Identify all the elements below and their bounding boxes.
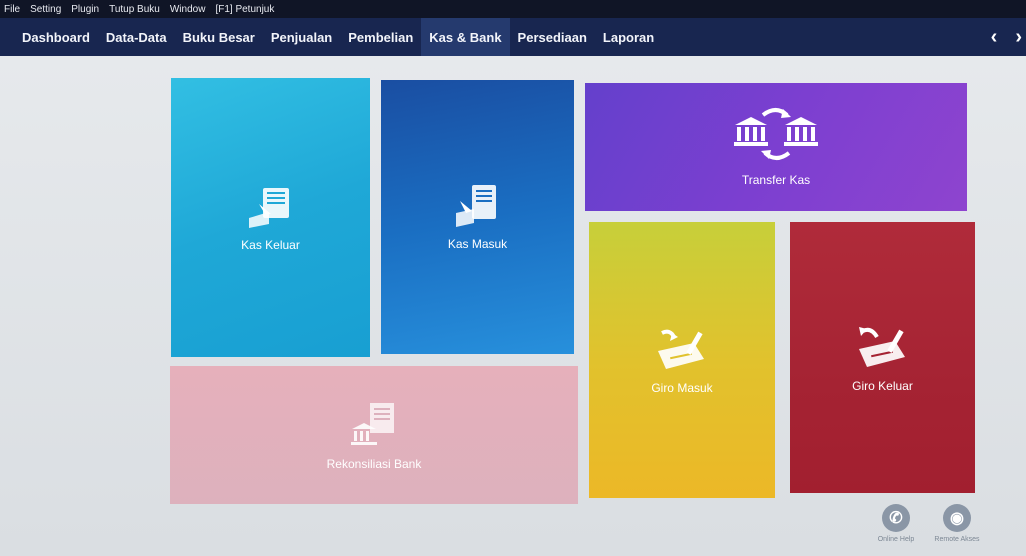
document-in-icon <box>455 185 496 227</box>
nav-dashboard[interactable]: Dashboard <box>14 18 98 56</box>
online-help-label: Online Help <box>877 536 915 543</box>
menu-bar: File Setting Plugin Tutup Buku Window [F… <box>0 0 1026 18</box>
nav-data-data[interactable]: Data-Data <box>98 18 175 56</box>
bank-reconcile-icon <box>351 403 394 445</box>
cheque-in-icon <box>658 329 704 369</box>
menu-plugin[interactable]: Plugin <box>71 4 99 15</box>
cheque-out-icon <box>858 326 905 367</box>
dashboard-content: Kas Keluar Kas Masuk Transfer Kas Rekons… <box>0 56 1026 556</box>
nav-persediaan[interactable]: Persediaan <box>510 18 595 56</box>
nav-pembelian[interactable]: Pembelian <box>340 18 421 56</box>
remote-akses-button[interactable]: ◉ Remote Akses <box>927 504 987 543</box>
nav-buku-besar[interactable]: Buku Besar <box>175 18 263 56</box>
chevron-right-icon[interactable]: › <box>1015 26 1022 49</box>
menu-petunjuk[interactable]: [F1] Petunjuk <box>215 4 274 15</box>
tile-label: Kas Masuk <box>447 237 508 251</box>
nav-arrows: ‹ › <box>991 18 1022 56</box>
tile-transfer-kas[interactable]: Transfer Kas <box>585 83 967 211</box>
tile-kas-keluar[interactable]: Kas Keluar <box>171 78 370 357</box>
menu-window[interactable]: Window <box>170 4 206 15</box>
chevron-left-icon[interactable]: ‹ <box>991 26 998 49</box>
bank-transfer-icon <box>734 108 818 160</box>
menu-file[interactable]: File <box>4 4 20 15</box>
tile-giro-keluar[interactable]: Giro Keluar <box>790 222 975 493</box>
remote-akses-label: Remote Akses <box>934 536 980 543</box>
tile-label: Transfer Kas <box>741 173 811 187</box>
globe-icon: ◉ <box>943 504 971 532</box>
tile-label: Rekonsiliasi Bank <box>326 457 422 471</box>
tile-kas-masuk[interactable]: Kas Masuk <box>381 80 574 354</box>
tile-giro-masuk[interactable]: Giro Masuk <box>589 222 775 498</box>
menu-setting[interactable]: Setting <box>30 4 61 15</box>
menu-tutup-buku[interactable]: Tutup Buku <box>109 4 160 15</box>
phone-icon: ✆ <box>882 504 910 532</box>
tile-label: Giro Keluar <box>852 378 913 393</box>
main-nav: Dashboard Data-Data Buku Besar Penjualan… <box>0 18 1026 56</box>
tile-rekonsiliasi-bank[interactable]: Rekonsiliasi Bank <box>170 366 578 504</box>
online-help-button[interactable]: ✆ Online Help <box>866 504 926 543</box>
document-out-icon <box>248 187 289 228</box>
tile-label: Giro Masuk <box>651 381 713 395</box>
tile-label: Kas Keluar <box>241 237 300 252</box>
nav-penjualan[interactable]: Penjualan <box>263 18 340 56</box>
nav-kas-bank[interactable]: Kas & Bank <box>421 18 510 56</box>
nav-laporan[interactable]: Laporan <box>595 18 662 56</box>
